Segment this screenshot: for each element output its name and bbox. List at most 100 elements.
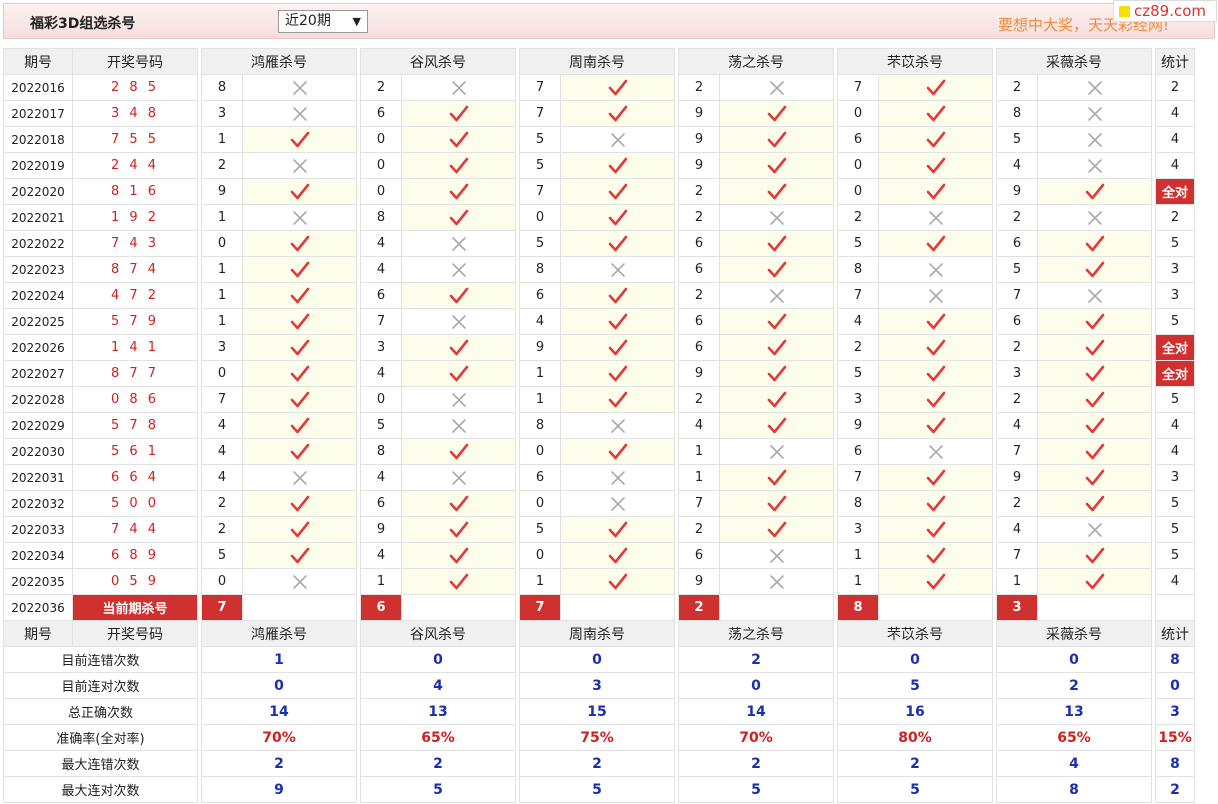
stat-count: 5 xyxy=(1155,308,1195,335)
result-wrong xyxy=(560,490,675,517)
stat-value: 16 xyxy=(837,698,993,725)
check-icon xyxy=(926,521,945,537)
check-icon xyxy=(1085,573,1104,589)
result-correct xyxy=(878,542,993,569)
period-cell: 2022018 xyxy=(3,126,73,153)
stat-total: 15% xyxy=(1155,724,1195,751)
check-icon xyxy=(290,521,309,537)
kill-number: 7 xyxy=(837,282,879,309)
stat-value: 0 xyxy=(201,672,357,699)
table-row: 2022023 8 7 41 4 8 6 8 5 3 xyxy=(3,256,1195,283)
stat-value: 5 xyxy=(837,776,993,803)
current-kill-number: 7 xyxy=(201,594,243,621)
stat-count: 2 xyxy=(1155,74,1195,101)
stat-count: 3 xyxy=(1155,282,1195,309)
draw-numbers: 8 7 7 xyxy=(72,360,198,387)
check-icon xyxy=(1085,495,1104,511)
cross-icon xyxy=(451,262,466,277)
draw-numbers: 6 6 4 xyxy=(72,464,198,491)
result-wrong xyxy=(1037,100,1152,127)
stat-value: 2 xyxy=(837,750,993,777)
all-correct-badge: 全对 xyxy=(1155,334,1195,361)
check-icon xyxy=(449,365,468,381)
result-wrong xyxy=(560,412,675,439)
check-icon xyxy=(608,209,627,225)
result-correct xyxy=(878,568,993,595)
result-wrong xyxy=(242,74,357,101)
result-wrong xyxy=(878,256,993,283)
stat-value: 2 xyxy=(678,750,834,777)
stat-value: 0 xyxy=(837,646,993,673)
kill-number: 2 xyxy=(996,334,1038,361)
kill-number: 0 xyxy=(360,178,402,205)
check-icon xyxy=(926,391,945,407)
stat-count: 4 xyxy=(1155,100,1195,127)
check-icon xyxy=(767,131,786,147)
result-correct xyxy=(560,568,675,595)
check-icon xyxy=(926,365,945,381)
result-correct xyxy=(1037,256,1152,283)
kill-number: 6 xyxy=(360,490,402,517)
stat-value: 14 xyxy=(201,698,357,725)
result-correct xyxy=(719,152,834,179)
empty-cell xyxy=(878,594,993,621)
table-row: 2022025 5 7 91 7 4 6 4 6 5 xyxy=(3,308,1195,335)
kill-number: 0 xyxy=(201,360,243,387)
result-wrong xyxy=(401,412,516,439)
kill-number: 6 xyxy=(678,230,720,257)
all-correct-badge: 全对 xyxy=(1155,178,1195,205)
check-icon xyxy=(926,183,945,199)
check-icon xyxy=(926,339,945,355)
table-row: 2022019 2 4 42 0 5 9 0 4 4 xyxy=(3,152,1195,179)
kill-number: 9 xyxy=(837,412,879,439)
check-icon xyxy=(608,365,627,381)
kill-number: 5 xyxy=(360,412,402,439)
kill-number: 8 xyxy=(360,438,402,465)
period-cell: 2022031 xyxy=(3,464,73,491)
empty-cell xyxy=(719,594,834,621)
stat-count: 5 xyxy=(1155,516,1195,543)
kill-number: 4 xyxy=(201,412,243,439)
kill-number: 6 xyxy=(996,230,1038,257)
kill-number: 8 xyxy=(360,204,402,231)
period-select[interactable]: 近20期 ▼ xyxy=(278,10,368,33)
stat-value: 13 xyxy=(996,698,1152,725)
result-wrong xyxy=(560,256,675,283)
draw-numbers: 1 9 2 xyxy=(72,204,198,231)
kill-number: 4 xyxy=(201,438,243,465)
table-row: 2022018 7 5 51 0 5 9 6 5 4 xyxy=(3,126,1195,153)
check-icon xyxy=(926,105,945,121)
kill-number: 4 xyxy=(996,152,1038,179)
result-correct xyxy=(1037,412,1152,439)
result-correct xyxy=(719,256,834,283)
cross-icon xyxy=(451,80,466,95)
result-wrong xyxy=(719,438,834,465)
cross-icon xyxy=(292,158,307,173)
result-correct xyxy=(401,516,516,543)
kill-number: 5 xyxy=(519,230,561,257)
kill-number: 2 xyxy=(837,334,879,361)
header-row: 期号 开奖号码 鸿雁杀号 谷风杀号 周南杀号 荡之杀号 芣苡杀号 采薇杀号 统计 xyxy=(3,620,1195,647)
stat-value: 65% xyxy=(996,724,1152,751)
kill-number: 4 xyxy=(837,308,879,335)
stat-value: 0 xyxy=(360,646,516,673)
stat-total: 0 xyxy=(1155,672,1195,699)
draw-numbers: 8 7 4 xyxy=(72,256,198,283)
kill-number: 1 xyxy=(996,568,1038,595)
stat-count: 5 xyxy=(1155,230,1195,257)
result-correct xyxy=(878,386,993,413)
kill-number: 4 xyxy=(360,360,402,387)
result-correct xyxy=(560,178,675,205)
result-correct xyxy=(242,386,357,413)
cross-icon xyxy=(610,132,625,147)
stat-count: 4 xyxy=(1155,412,1195,439)
table-row: 2022022 7 4 30 4 5 6 5 6 5 xyxy=(3,230,1195,257)
kill-number: 3 xyxy=(837,516,879,543)
table-row: 2022021 1 9 21 8 0 2 2 2 2 xyxy=(3,204,1195,231)
result-correct xyxy=(878,178,993,205)
result-correct xyxy=(560,74,675,101)
kill-number: 9 xyxy=(201,178,243,205)
kill-number: 7 xyxy=(837,74,879,101)
site-logo[interactable]: cz89.com xyxy=(1113,0,1217,22)
cross-icon xyxy=(928,210,943,225)
